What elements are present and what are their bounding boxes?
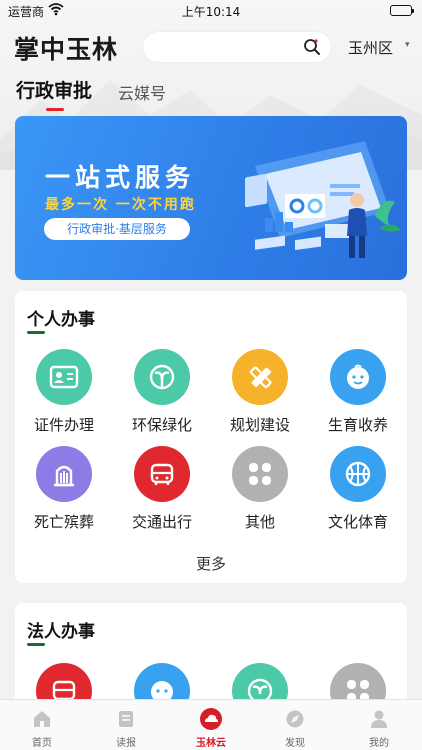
nav-discover[interactable]: 发现 — [255, 706, 335, 749]
service-label: 规划建设 — [229, 416, 290, 434]
banner-pill[interactable]: 行政审批·基层服务 — [44, 218, 190, 240]
service-id-documents[interactable]: 证件办理 — [18, 349, 110, 439]
app-logo: 掌中玉林 — [14, 35, 119, 64]
service-label: 环保绿化 — [131, 416, 192, 434]
banner-title: 一站式服务 — [45, 163, 196, 192]
service-birth-adoption[interactable]: 生育收养 — [312, 349, 404, 439]
section-title-underline — [27, 643, 45, 646]
service-culture-sports[interactable]: 文化体育 — [312, 446, 404, 536]
service-label: 交通出行 — [131, 513, 192, 531]
grid-icon — [232, 446, 288, 502]
app-header: 掌中玉林 玉州区 ▾ — [0, 28, 422, 68]
nav-me[interactable]: 我的 — [339, 706, 419, 749]
status-bar: 运营商 上午10:14 — [0, 0, 422, 22]
service-funeral[interactable]: 死亡殡葬 — [18, 446, 110, 536]
personal-section-title: 个人办事 — [27, 310, 95, 330]
personal-services-card: 个人办事 证件办理 环保绿化 规划建设 生育收养 死亡殡葬 交通出行 其他 文化… — [15, 291, 407, 583]
service-label: 证件办理 — [33, 416, 94, 434]
chevron-down-icon[interactable]: ▾ — [405, 40, 410, 50]
baby-face-icon — [330, 349, 386, 405]
id-card-icon — [36, 349, 92, 405]
ruler-pencil-icon — [232, 349, 288, 405]
banner-subtitle: 最多一次 一次不用跑 — [45, 197, 196, 213]
tab-admin-approval[interactable]: 行政审批 — [16, 76, 92, 103]
nav-label: 玉林云 — [196, 738, 226, 749]
service-other[interactable]: 其他 — [214, 446, 306, 536]
status-time: 上午10:14 — [181, 5, 241, 19]
nav-label: 读报 — [116, 738, 136, 749]
nav-newspaper[interactable]: 读报 — [86, 706, 166, 749]
memorial-icon — [36, 446, 92, 502]
service-label: 死亡殡葬 — [33, 513, 94, 531]
bottom-navigation: 首页 读报 玉林云 发现 我的 — [0, 699, 422, 750]
service-label: 生育收养 — [327, 416, 388, 434]
region-selector[interactable]: 玉州区 — [348, 37, 393, 58]
banner-illustration — [225, 126, 405, 280]
service-planning[interactable]: 规划建设 — [214, 349, 306, 439]
leaf-icon — [134, 349, 190, 405]
newspaper-icon — [86, 706, 166, 732]
promo-banner[interactable]: 一站式服务 最多一次 一次不用跑 行政审批·基层服务 — [15, 116, 407, 280]
more-services-link[interactable]: 更多 — [15, 553, 407, 574]
nav-label: 首页 — [32, 738, 52, 749]
section-title-underline — [27, 331, 45, 334]
home-icon — [2, 706, 82, 732]
tab-cloud-media[interactable]: 云媒号 — [118, 80, 166, 104]
nav-home[interactable]: 首页 — [2, 706, 82, 749]
search-icon[interactable] — [303, 38, 321, 60]
compass-icon — [255, 706, 335, 732]
nav-yulin-cloud[interactable]: 玉林云 — [171, 706, 251, 749]
service-transport[interactable]: 交通出行 — [116, 446, 208, 536]
active-tab-indicator — [46, 108, 64, 111]
legal-section-title: 法人办事 — [27, 622, 95, 642]
cloud-icon — [171, 706, 251, 732]
service-environment[interactable]: 环保绿化 — [116, 349, 208, 439]
service-label: 其他 — [244, 513, 275, 531]
search-input[interactable] — [143, 32, 331, 62]
service-label: 文化体育 — [327, 513, 388, 531]
nav-label: 我的 — [369, 738, 389, 749]
user-icon — [339, 706, 419, 732]
basketball-icon — [330, 446, 386, 502]
top-tabs: 行政审批 云媒号 — [16, 76, 216, 116]
nav-label: 发现 — [285, 738, 305, 749]
bus-icon — [134, 446, 190, 502]
battery-icon — [390, 5, 414, 16]
